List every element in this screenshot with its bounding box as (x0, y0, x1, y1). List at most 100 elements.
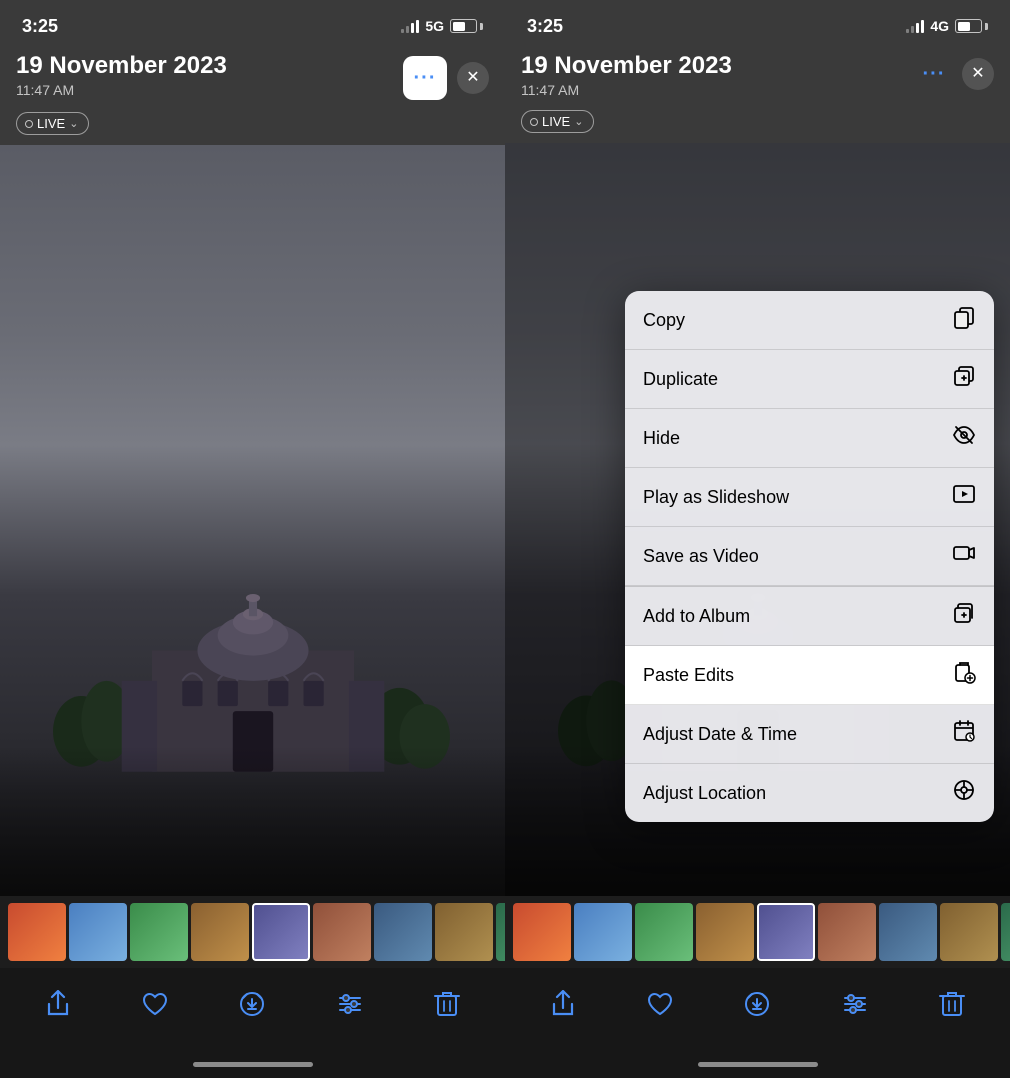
menu-item-paste-edits[interactable]: Paste Edits (625, 646, 994, 705)
context-menu: Copy Duplicate (625, 291, 994, 822)
left-status-icons: 5G (401, 18, 483, 34)
menu-item-save-video[interactable]: Save as Video (625, 527, 994, 586)
right-time: 3:25 (527, 16, 563, 37)
right-home-indicator (505, 1050, 1010, 1078)
menu-item-copy[interactable]: Copy (625, 291, 994, 350)
left-close-icon: ✕ (466, 70, 479, 86)
right-photo-area: Copy Duplicate (505, 143, 1010, 896)
right-thumb-5[interactable] (757, 903, 815, 961)
left-adjust-button[interactable] (336, 990, 364, 1018)
copy-icon (952, 305, 976, 335)
right-thumb-9[interactable] (1001, 903, 1010, 961)
right-close-button[interactable]: ✕ (962, 58, 994, 90)
thumb-8[interactable] (435, 903, 493, 961)
menu-item-slideshow[interactable]: Play as Slideshow (625, 468, 994, 527)
menu-item-adjust-location[interactable]: Adjust Location (625, 764, 994, 822)
right-live-badge: LIVE ⌄ (521, 110, 994, 133)
right-share-button[interactable] (550, 990, 576, 1018)
left-status-bar: 3:25 5G (0, 0, 505, 48)
left-battery (450, 19, 483, 33)
right-download-button[interactable] (743, 990, 771, 1018)
left-live-label: LIVE (37, 116, 65, 131)
left-photo-date: 19 November 2023 (16, 52, 227, 80)
left-live-pill[interactable]: LIVE ⌄ (16, 112, 89, 135)
right-download-icon (743, 990, 771, 1018)
left-bottom-toolbar (0, 968, 505, 1050)
right-title-block: 19 November 2023 11:47 AM (521, 52, 732, 98)
right-photo-date: 19 November 2023 (521, 52, 732, 80)
right-trash-icon (939, 990, 965, 1018)
right-network: 4G (930, 18, 949, 34)
right-more-button[interactable]: ··· (916, 56, 952, 92)
thumb-7[interactable] (374, 903, 432, 961)
left-close-button[interactable]: ✕ (457, 62, 489, 94)
left-photo-time: 11:47 AM (16, 82, 227, 98)
hide-icon (952, 423, 976, 453)
right-thumb-7[interactable] (879, 903, 937, 961)
location-icon (952, 778, 976, 808)
left-favorite-button[interactable] (141, 991, 169, 1017)
thumb-2[interactable] (69, 903, 127, 961)
right-panel: 3:25 4G 19 November 2023 11:47 AM (505, 0, 1010, 1078)
left-panel: 3:25 5G 19 November 2023 11:47 AM (0, 0, 505, 1078)
thumb-3[interactable] (130, 903, 188, 961)
foreground-dark (0, 746, 505, 896)
left-trash-button[interactable] (434, 990, 460, 1018)
right-thumb-3[interactable] (635, 903, 693, 961)
left-photo-bg (0, 145, 505, 896)
left-live-chevron-icon: ⌄ (69, 117, 78, 130)
left-home-bar (193, 1062, 313, 1067)
left-share-button[interactable] (45, 990, 71, 1018)
left-download-button[interactable] (238, 990, 266, 1018)
menu-adjust-location-label: Adjust Location (643, 783, 766, 804)
right-signal (906, 19, 924, 33)
menu-item-duplicate[interactable]: Duplicate (625, 350, 994, 409)
menu-paste-edits-label: Paste Edits (643, 665, 734, 686)
menu-adjust-date-label: Adjust Date & Time (643, 724, 797, 745)
menu-copy-label: Copy (643, 310, 685, 331)
right-thumb-8[interactable] (940, 903, 998, 961)
adjust-icon (336, 990, 364, 1018)
left-live-badge: LIVE ⌄ (16, 112, 489, 135)
thumb-9[interactable] (496, 903, 505, 961)
download-icon (238, 990, 266, 1018)
duplicate-icon (952, 364, 976, 394)
heart-icon (141, 991, 169, 1017)
right-thumb-4[interactable] (696, 903, 754, 961)
right-thumb-6[interactable] (818, 903, 876, 961)
menu-hide-label: Hide (643, 428, 680, 449)
left-more-button[interactable]: ··· (403, 56, 447, 100)
thumb-5[interactable] (252, 903, 310, 961)
right-thumbnail-strip (505, 896, 1010, 968)
menu-item-add-album[interactable]: Add to Album (625, 587, 994, 646)
thumb-4[interactable] (191, 903, 249, 961)
right-thumb-1[interactable] (513, 903, 571, 961)
left-home-indicator (0, 1050, 505, 1078)
left-network: 5G (425, 18, 444, 34)
play-icon (952, 482, 976, 512)
right-status-bar: 3:25 4G (505, 0, 1010, 48)
right-adjust-button[interactable] (841, 990, 869, 1018)
thumb-6[interactable] (313, 903, 371, 961)
right-battery (955, 19, 988, 33)
menu-item-hide[interactable]: Hide (625, 409, 994, 468)
menu-slideshow-label: Play as Slideshow (643, 487, 789, 508)
menu-item-adjust-date[interactable]: Adjust Date & Time (625, 705, 994, 764)
right-photo-header: 19 November 2023 11:47 AM ··· ✕ (505, 48, 1010, 106)
right-thumb-2[interactable] (574, 903, 632, 961)
left-signal (401, 19, 419, 33)
menu-add-album-label: Add to Album (643, 606, 750, 627)
right-heart-icon (646, 991, 674, 1017)
right-more-dots: ··· (923, 63, 946, 86)
right-live-label: LIVE (542, 114, 570, 129)
calendar-icon (952, 719, 976, 749)
right-header-buttons: ··· ✕ (916, 56, 994, 92)
right-bottom-toolbar (505, 968, 1010, 1050)
left-thumbnail-strip (0, 896, 505, 968)
left-title-block: 19 November 2023 11:47 AM (16, 52, 227, 98)
right-trash-button[interactable] (939, 990, 965, 1018)
album-icon (952, 601, 976, 631)
right-live-pill[interactable]: LIVE ⌄ (521, 110, 594, 133)
thumb-1[interactable] (8, 903, 66, 961)
right-favorite-button[interactable] (646, 991, 674, 1017)
